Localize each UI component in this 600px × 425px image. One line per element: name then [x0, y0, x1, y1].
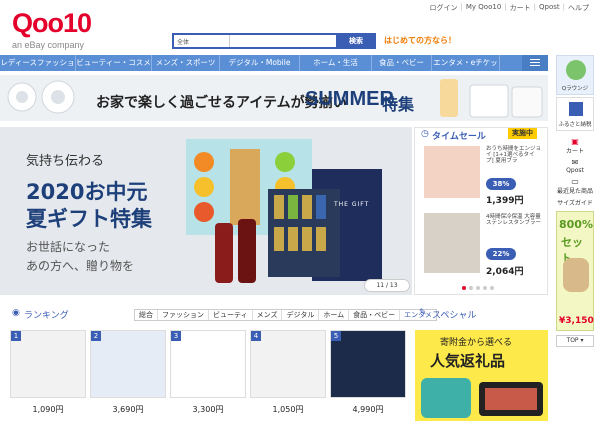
timesale-desc-2[interactable]: 4時間保冷保温 大容量ステンレスタンブラー	[486, 214, 542, 226]
hero-title: 夏ギフト特集	[26, 207, 152, 231]
pager-count: 11 / 13	[376, 282, 398, 289]
summer-title: SUMMER	[305, 88, 394, 110]
ranking-product-1[interactable]: 1	[10, 330, 86, 398]
nav-home[interactable]: ホーム・生活	[300, 55, 372, 71]
special-line2: 人気返礼品	[430, 352, 506, 370]
summer-title-suffix: 特集	[382, 95, 415, 114]
tab-fashion[interactable]: ファッション	[158, 310, 209, 320]
brand-tagline: an eBay company	[12, 40, 85, 50]
qlounge-button[interactable]: Qラウンジ	[556, 55, 594, 95]
hero-desc-line1: お世話になった	[26, 240, 111, 254]
ranking-price-3: 3,300円	[192, 405, 224, 414]
sidebar-recent-label: 最近見た商品	[556, 188, 593, 195]
qlounge-label: Qラウンジ	[561, 86, 589, 92]
ranking-icon: ◉	[12, 308, 20, 318]
rank-number: 2	[91, 331, 101, 341]
hero-desc-line2: あの方へ、贈り物を	[26, 259, 135, 273]
ranking-product-2[interactable]: 2	[90, 330, 166, 398]
help-link[interactable]: ヘルプ	[565, 3, 592, 13]
timesale-title[interactable]: タイムセール	[432, 129, 486, 142]
sidebar-recent[interactable]: ▭ 最近見た商品	[556, 177, 594, 195]
timesale-product-image-2[interactable]	[424, 213, 480, 273]
ranking-product-4[interactable]: 4	[250, 330, 326, 398]
first-time-link[interactable]: はじめての方なら！	[384, 35, 456, 46]
rank-number: 4	[251, 331, 261, 341]
ranking-price-4: 1,050円	[272, 405, 304, 414]
category-nav: レディースファッション ビューティー・コスメ メンズ・スポーツ デジタル・Mob…	[0, 55, 548, 83]
timesale-discount-2: 22%	[486, 248, 516, 260]
ranking-price-2: 3,690円	[112, 405, 144, 414]
sidebar-ad-price: ¥3,150	[559, 316, 594, 326]
ranking-tabs: 総合 ファッション ビューティ メンズ デジタル ホーム 食品・ベビー エンタメ	[134, 309, 437, 321]
dog-image	[563, 258, 589, 292]
qlounge-icon	[566, 60, 586, 80]
recent-icon: ▭	[571, 177, 579, 186]
sidebar-ad-big: 800%	[559, 218, 593, 231]
hero-subtitle: 気持ち伝わる	[26, 154, 105, 169]
special-line1: 寄附金から選べる	[440, 338, 513, 348]
login-link[interactable]: ログイン	[427, 3, 461, 13]
sidebar-size-guide[interactable]: サイズガイド	[556, 198, 594, 207]
timesale-product-image-1[interactable]	[424, 146, 480, 198]
hero-year-title: 2020お中元	[26, 180, 148, 204]
timesale-pager-dots[interactable]	[462, 286, 494, 290]
ranking-title[interactable]: ランキング	[24, 308, 69, 321]
search-button[interactable]: 検索	[336, 33, 376, 49]
tab-digital[interactable]: デジタル	[282, 310, 320, 320]
cart-icon: ▣	[571, 137, 579, 146]
tab-home[interactable]: ホーム	[319, 310, 350, 320]
ranking-price-5: 4,990円	[352, 405, 384, 414]
scroll-top-button[interactable]: TOP ▾	[556, 335, 594, 347]
special-title[interactable]: スペシャル	[432, 308, 476, 321]
sidebar-qpost-label: Qpost	[566, 167, 584, 174]
timesale-status-badge: 実施中	[508, 128, 537, 139]
nav-ladies-fashion[interactable]: レディースファッション	[0, 55, 76, 83]
ranking-price-1: 1,090円	[32, 405, 64, 414]
qpost-link[interactable]: Qpost	[536, 3, 563, 13]
nav-mens-sports[interactable]: メンズ・スポーツ	[152, 55, 220, 71]
nav-entertainment[interactable]: エンタメ・eチケット	[432, 55, 500, 83]
right-sidebar: Qラウンジ ふるさと納税 ▣ カート ✉ Qpost ▭ 最近見た商品 サイズガイド …	[556, 55, 594, 421]
sidebar-cart[interactable]: ▣ カート	[556, 137, 594, 155]
clock-icon: ◷	[421, 129, 429, 139]
sidebar-qpost[interactable]: ✉ Qpost	[556, 158, 594, 174]
furusato-label: ふるさと納税	[558, 122, 592, 128]
timesale-discount-1: 38%	[486, 178, 516, 190]
timesale-price-2: 2,064円	[486, 267, 524, 277]
timesale-desc-1[interactable]: おうち時間をエンジョイ [1+1選べるタイプ] 夏用ブラ	[486, 146, 542, 164]
special-icon: ✎	[419, 308, 427, 318]
tab-all[interactable]: 総合	[135, 310, 158, 320]
hero-pager[interactable]: 11 / 13	[364, 279, 410, 292]
furusato-button[interactable]: ふるさと納税	[556, 97, 594, 131]
mail-icon: ✉	[571, 158, 579, 167]
nav-beauty[interactable]: ビューティー・コスメ	[76, 55, 152, 71]
rank-number: 5	[331, 331, 341, 341]
brand-logo[interactable]: Qoo10	[12, 8, 92, 39]
cart-link[interactable]: カート	[507, 3, 534, 13]
furusato-icon	[569, 102, 583, 116]
ranking-product-5[interactable]: 5	[330, 330, 406, 398]
my-qoo10-link[interactable]: My Qoo10	[463, 3, 504, 13]
gift-box-label: THE GIFT	[334, 201, 370, 208]
nav-digital[interactable]: デジタル・Mobile	[220, 55, 300, 71]
search-category-select[interactable]: 全体	[174, 35, 230, 47]
menu-icon[interactable]	[522, 55, 548, 71]
tab-food-baby[interactable]: 食品・ベビー	[349, 310, 401, 320]
rank-number: 1	[11, 331, 21, 341]
ranking-product-3[interactable]: 3	[170, 330, 246, 398]
top-links: ログイン | My Qoo10 | カート | Qpost | ヘルプ	[427, 3, 592, 13]
sidebar-cart-label: カート	[565, 148, 584, 155]
tab-mens[interactable]: メンズ	[253, 310, 283, 320]
sidebar-ad[interactable]: 800% セット ¥3,150	[556, 211, 594, 331]
timesale-price-1: 1,399円	[486, 196, 524, 206]
tab-beauty[interactable]: ビューティ	[209, 310, 253, 320]
rank-number: 3	[171, 331, 181, 341]
nav-food-baby[interactable]: 食品・ベビー	[372, 55, 432, 71]
top-label: TOP	[566, 337, 579, 344]
